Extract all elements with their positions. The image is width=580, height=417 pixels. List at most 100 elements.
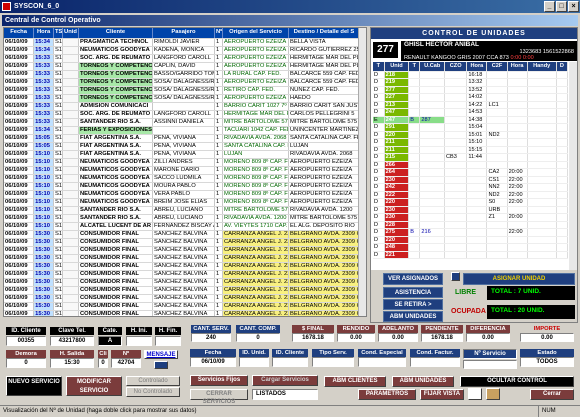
grid-row[interactable]: 06/10/09 15:30 S1 CONSUMIDOR FINAL SANCHEZ B… — [4, 294, 361, 303]
grid-row[interactable]: 06/10/09 15:30 S1 CONSUMIDOR FINAL SANCHEZ B… — [4, 246, 361, 255]
grid-row[interactable]: 06/10/09 15:33 S1 SOC. ARG. DE REUMATO LANGF… — [4, 110, 361, 119]
units-col-header[interactable]: Hora — [507, 62, 528, 72]
services-grid[interactable]: Fecha Hora TS Unid Cliente Pasajero Nº Origen d… — [3, 27, 367, 317]
nserv2-field[interactable] — [463, 360, 517, 369]
grid-row[interactable]: 06/10/09 15:10 S1 FIAT ARGENTINA S.A. PEÑA, … — [4, 150, 361, 159]
grid-row[interactable]: 06/10/09 15:30 S1 CONSUMIDOR FINAL SANCHEZ B… — [4, 238, 361, 247]
grid-row[interactable]: 06/10/09 15:30 S1 CONSUMIDOR FINAL SANCHEZ B… — [4, 286, 361, 295]
idcli-field[interactable] — [272, 357, 308, 367]
grid-row[interactable]: 06/10/09 15:10 S1 NEUMATICOS GOODYEA VERA PA… — [4, 190, 361, 199]
grid-row[interactable]: 06/10/09 15:33 S1 TORNEOS Y COMPETENC SOSA/ … — [4, 94, 361, 103]
asistencia-button[interactable]: ASISTENCIA — [383, 287, 443, 298]
condfact-select[interactable] — [410, 357, 460, 367]
unit-row[interactable]: D 220 15:01 ND2 — [373, 131, 569, 139]
grid-row[interactable]: 06/10/09 15:30 S1 CONSUMIDOR FINAL SANCHEZ B… — [4, 254, 361, 263]
cerrar-button[interactable]: Cerrar — [530, 389, 574, 400]
abm-clientes-button[interactable]: ABM CLIENTES — [324, 376, 386, 387]
grid-row[interactable]: 06/10/09 15:33 S1 TORNEOS Y COMPETENC SOSA/ … — [4, 78, 361, 87]
grid-col-header[interactable]: Origen del Servicio — [222, 28, 289, 39]
unit-row[interactable]: D 291 15:04 — [373, 123, 569, 132]
unit-row[interactable]: D 230 URB — [373, 206, 569, 214]
unit-row[interactable]: D 220 S0 22:00 — [373, 198, 569, 207]
hfin-field[interactable] — [155, 336, 181, 346]
close-button[interactable]: × — [568, 1, 579, 12]
units-col-header[interactable]: D — [556, 62, 569, 72]
unit-row[interactable]: D 211 15:10 — [373, 138, 569, 147]
nserv2-select[interactable]: Nº Servicio — [463, 349, 517, 359]
units-col-header[interactable]: T — [408, 62, 421, 72]
grid-row[interactable]: 06/10/09 15:10 S1 NEUMATICOS GOODYEA ZILLI A… — [4, 158, 361, 167]
modificar-servicio-button[interactable]: MODIFICAR SERVICIO — [66, 376, 122, 396]
grid-row[interactable]: 06/10/09 15:30 S1 CONSUMIDOR FINAL SANCHEZ B… — [4, 262, 361, 271]
grid-row[interactable]: 06/10/09 15:33 S1 TORNEOS Y COMPETENC SOSA/ … — [4, 86, 361, 95]
grid-row[interactable]: 06/10/09 15:10 S1 SANTANDER RIO S.A. ABREU, … — [4, 206, 361, 215]
minimize-button[interactable]: _ — [544, 1, 555, 12]
abm-unidades-bottom-button[interactable]: ABM UNIDADES — [392, 376, 454, 387]
asignar-unidad-button[interactable]: ASIGNAR UNIDAD — [463, 273, 575, 285]
abm-unidades-button[interactable]: ABM UNIDADES — [383, 311, 443, 322]
grid-col-header[interactable]: Hora — [33, 28, 54, 39]
parametros-button[interactable]: PARAMETROS — [358, 389, 416, 400]
units-col-header[interactable]: CZO — [444, 62, 468, 72]
unit-row[interactable]: D 230 CS1 22:00 — [373, 176, 569, 184]
grid-row[interactable]: 06/10/09 15:05 S1 FIAT ARGENTINA S.A. PEÑA, … — [4, 142, 361, 151]
grid-row[interactable]: 06/10/09 15:30 S1 CONSUMIDOR FINAL SANCHEZ B… — [4, 302, 361, 311]
grid-row[interactable]: 06/10/09 15:30 S1 CONSUMIDOR FINAL SANCHEZ B… — [4, 270, 361, 279]
grid-row[interactable]: 06/10/09 15:34 S1 PRAGMATICA TECHNOL RIMOLDI… — [4, 38, 361, 47]
unit-row[interactable]: D 220 — [373, 236, 569, 244]
units-col-header[interactable]: Unid — [384, 62, 410, 72]
grid-row[interactable]: 06/10/09 15:10 S1 NEUMATICOS GOODYEA MOURA P… — [4, 182, 361, 191]
grid-col-header[interactable]: Unid — [62, 28, 79, 39]
grid-col-header[interactable]: Cliente — [78, 28, 153, 39]
demora-field[interactable]: 0 — [6, 358, 46, 368]
folder-icon[interactable] — [486, 388, 500, 400]
cate-field[interactable]: A — [98, 336, 122, 346]
unit-row[interactable]: D 266 — [373, 161, 569, 169]
unit-row[interactable]: E 247 B 287 14:38 — [373, 116, 569, 124]
printer-icon[interactable] — [468, 388, 482, 400]
grid-scrollbar[interactable] — [358, 28, 366, 316]
unit-row[interactable]: D 228 — [373, 221, 569, 229]
grid-col-header[interactable]: Pasajero — [152, 28, 215, 39]
hini-field[interactable] — [126, 336, 152, 346]
units-scrollbar[interactable] — [569, 62, 577, 270]
unit-row[interactable]: D 277 13:52 — [373, 86, 569, 94]
no-controlado-button[interactable]: No Controlado — [126, 387, 180, 397]
ver-asignados-button[interactable]: VER ASIGNADOS — [383, 273, 443, 285]
unit-row[interactable]: D 213 14:22 LC1 — [373, 101, 569, 109]
grid-row[interactable]: 06/10/09 15:05 S1 FIAT ARGENTINA S.A. PEÑA, … — [4, 134, 361, 143]
grid-row[interactable]: 06/10/09 15:33 S1 TORNEOS Y COMPETENC BASSO/… — [4, 70, 361, 79]
unit-row[interactable]: D 211 15:15 — [373, 146, 569, 154]
grid-row[interactable]: 06/10/09 15:30 S1 CONSUMIDOR FINAL SANCHEZ B… — [4, 310, 361, 316]
estado-select[interactable]: TODOS — [520, 357, 574, 367]
unit-row[interactable]: D 248 — [373, 243, 569, 252]
nserv-field[interactable]: 42704 — [111, 358, 141, 368]
grid-row[interactable]: 06/10/09 15:33 S1 TORNEOS Y COMPETENC CAPLIN… — [4, 62, 361, 71]
fijar-vista-button[interactable]: FIJAR VISTA — [420, 389, 464, 400]
grid-row[interactable]: 06/10/09 15:10 S1 NEUMATICOS GOODYEA MARONE … — [4, 166, 361, 175]
unit-row[interactable]: D 247 14:53 — [373, 108, 569, 117]
cerrar-servicios-button[interactable]: CERRAR SERVICIOS — [190, 389, 248, 405]
grid-row[interactable]: 06/10/09 15:30 S1 CONSUMIDOR FINAL SANCHEZ B… — [4, 230, 361, 239]
grid-col-header[interactable]: TS — [53, 28, 63, 39]
importe-field[interactable]: 0.00 — [520, 333, 574, 342]
unit-row[interactable]: D 219 13:32 — [373, 78, 569, 87]
grid-row[interactable]: 06/10/09 15:33 S1 SOC. ARG. DE REUMATO LANGF… — [4, 54, 361, 63]
unit-row[interactable]: D 264 CA2 20:00 — [373, 168, 569, 177]
grid-row[interactable]: 06/10/09 15:34 S1 NEUMATICOS GOODYEA KADENA,… — [4, 46, 361, 55]
grid-row[interactable]: 06/10/09 15:34 S1 FERIAS Y EXPOSICIONES 1 TAC… — [4, 126, 361, 135]
se-retira-button[interactable]: SE RETIRA > — [383, 299, 443, 310]
unit-row[interactable]: D 221 — [373, 251, 569, 259]
unit-row[interactable]: D 242 NN2 22:00 — [373, 183, 569, 192]
grid-row[interactable]: 06/10/09 15:10 S1 NEUMATICOS GOODYEA SACCO L… — [4, 174, 361, 183]
grid-col-header[interactable]: Fecha — [4, 28, 35, 39]
grid-row[interactable]: 06/10/09 15:10 S1 SANTANDER RIO S.A. ABREU, … — [4, 214, 361, 223]
units-col-header[interactable]: T — [373, 62, 385, 72]
condesp-select[interactable] — [358, 357, 406, 367]
unit-row[interactable]: D 215 CB3 11:44 — [373, 153, 569, 162]
units-col-header[interactable]: Handy — [527, 62, 557, 72]
cargar-servicios-button[interactable]: Cargar Servicios — [252, 375, 318, 386]
ocultar-control-button[interactable]: OCULTAR CONTROL — [460, 376, 574, 387]
units-col-header[interactable]: C2F — [486, 62, 508, 72]
grid-col-header[interactable]: Destino / Detalle del S — [288, 28, 361, 39]
